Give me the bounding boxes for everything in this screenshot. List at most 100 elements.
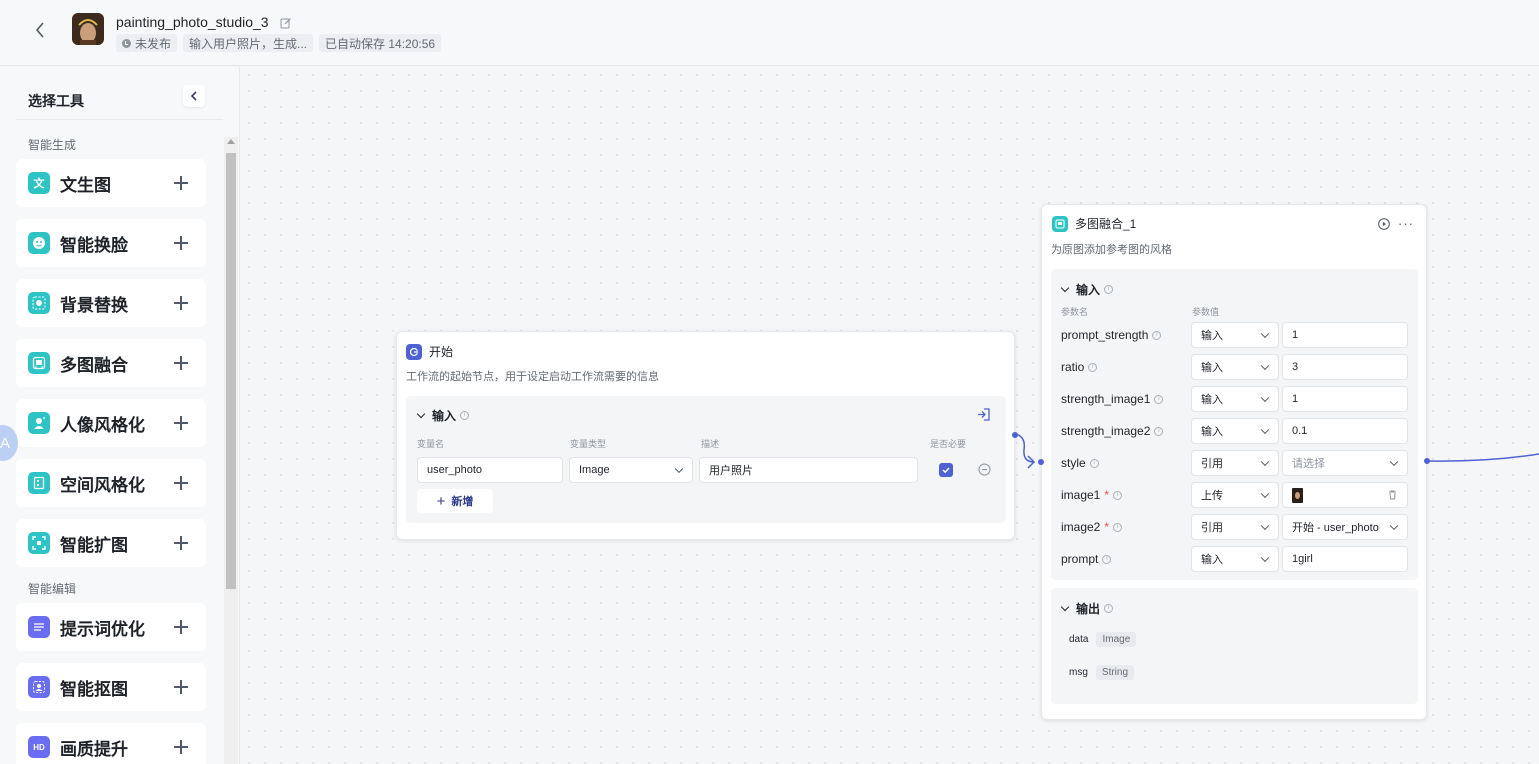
param-name-image2: image2 * i <box>1061 520 1123 534</box>
remove-row-icon[interactable] <box>978 463 991 481</box>
tool-multi-image-fusion[interactable]: 多图融合 <box>16 339 206 387</box>
tool-text-to-image[interactable]: 文 文生图 <box>16 159 206 207</box>
column-header: 变量名 <box>417 439 445 449</box>
collapse-sidebar-button[interactable] <box>183 85 205 107</box>
chevron-down-icon <box>1260 457 1270 467</box>
section-label-edit: 智能编辑 <box>28 582 77 596</box>
chevron-down-icon <box>1389 521 1399 531</box>
uploaded-image-thumbnail[interactable] <box>1292 487 1303 503</box>
delete-icon[interactable] <box>1388 490 1397 503</box>
info-icon: i <box>1102 554 1112 564</box>
multi-image-fusion-node[interactable]: 多图融合_1 ··· 为原图添加参考图的风格 输入 i 参数名 参数值 prom… <box>1041 204 1427 720</box>
tool-label: 智能扩图 <box>60 535 128 555</box>
start-node-output-port[interactable] <box>1012 432 1018 438</box>
run-node-icon[interactable] <box>1378 217 1390 235</box>
param-mode-select[interactable]: 输入 <box>1191 322 1279 348</box>
plus-icon[interactable] <box>174 296 188 310</box>
param-upload-field[interactable] <box>1282 482 1408 508</box>
required-checkbox[interactable] <box>939 463 953 477</box>
app-avatar <box>72 13 104 45</box>
plus-icon[interactable] <box>174 176 188 190</box>
add-variable-button[interactable]: + 新增 <box>417 489 493 513</box>
chevron-down-icon <box>1260 425 1270 435</box>
output-section-toggle[interactable]: 输出 i <box>1060 600 1114 617</box>
chevron-down-icon <box>1060 602 1070 612</box>
input-section-toggle[interactable]: 输入 i <box>416 407 470 424</box>
param-value-input[interactable]: 1 <box>1282 322 1408 348</box>
info-icon: i <box>1104 604 1114 613</box>
tool-quality-enhance[interactable]: HD 画质提升 <box>16 723 206 764</box>
chevron-down-icon <box>1260 521 1270 531</box>
tool-smart-cutout[interactable]: 智能抠图 <box>16 663 206 711</box>
param-value-input[interactable]: 1 <box>1282 386 1408 412</box>
chevron-down-icon <box>1060 283 1070 293</box>
fusion-node-output-port[interactable] <box>1424 458 1430 464</box>
tool-face-swap[interactable]: 智能换脸 <box>16 219 206 267</box>
variable-type-select[interactable]: Image <box>569 457 693 483</box>
param-mode-select[interactable]: 输入 <box>1191 546 1279 572</box>
tool-prompt-optimize[interactable]: 提示词优化 <box>16 603 206 651</box>
param-mode-select[interactable]: 输入 <box>1191 354 1279 380</box>
clock-icon <box>122 38 131 48</box>
section-label-generate: 智能生成 <box>28 138 77 152</box>
variable-name-input[interactable]: user_photo <box>417 457 563 483</box>
plus-icon[interactable] <box>174 620 188 634</box>
column-header: 参数值 <box>1192 307 1220 317</box>
plus-icon[interactable] <box>174 356 188 370</box>
param-mode-select[interactable]: 输入 <box>1191 418 1279 444</box>
tool-portrait-style[interactable]: 人像风格化 <box>16 399 206 447</box>
chevron-down-icon <box>416 409 426 419</box>
param-value-select[interactable]: 请选择 <box>1282 450 1408 476</box>
sidebar-title: 选择工具 <box>28 93 84 109</box>
output-type-badge: String <box>1095 665 1135 680</box>
start-input-panel: 输入 i 变量名 变量类型 描述 是否必要 user_photo Image 用… <box>406 396 1006 523</box>
param-value-select[interactable]: 开始 - user_photo <box>1282 514 1408 540</box>
more-options-icon[interactable]: ··· <box>1398 216 1414 231</box>
fusion-node-input-port[interactable] <box>1038 459 1044 465</box>
plus-icon[interactable] <box>174 416 188 430</box>
app-description: 输入用户照片，生成... <box>183 34 314 52</box>
tool-space-style[interactable]: 空间风格化 <box>16 459 206 507</box>
input-section-toggle[interactable]: 输入 i <box>1060 281 1114 298</box>
import-icon[interactable] <box>977 408 990 426</box>
sidebar-scroll-thumb[interactable] <box>226 153 236 589</box>
param-mode-select[interactable]: 引用 <box>1191 450 1279 476</box>
image-expand-icon <box>28 532 50 554</box>
plus-icon[interactable] <box>174 536 188 550</box>
tool-sidebar: 选择工具 智能生成 文 文生图 智能换脸 背景替换 多图融合 人像风格化 空间风… <box>0 67 240 764</box>
info-icon: i <box>1152 330 1162 340</box>
column-header: 是否必要 <box>930 439 967 449</box>
param-value-input[interactable]: 3 <box>1282 354 1408 380</box>
chevron-down-icon <box>1260 553 1270 563</box>
node-description: 工作流的起始节点，用于设定启动工作流需要的信息 <box>406 371 659 383</box>
plus-icon[interactable] <box>174 680 188 694</box>
info-icon: i <box>1104 285 1114 294</box>
plus-icon[interactable] <box>174 236 188 250</box>
edit-icon[interactable] <box>280 16 292 29</box>
info-icon: i <box>1089 458 1099 468</box>
param-mode-select[interactable]: 输入 <box>1191 386 1279 412</box>
node-title: 多图融合_1 <box>1075 217 1137 231</box>
param-name-strength-image2: strength_image2 i <box>1061 424 1164 438</box>
back-arrow-icon[interactable] <box>30 20 50 40</box>
scroll-up-arrow-icon[interactable] <box>227 139 235 144</box>
tool-label: 背景替换 <box>60 295 128 315</box>
output-name: data <box>1069 634 1089 645</box>
tool-image-expand[interactable]: 智能扩图 <box>16 519 206 567</box>
tool-label: 智能换脸 <box>60 235 128 255</box>
param-mode-select[interactable]: 引用 <box>1191 514 1279 540</box>
param-value-input[interactable]: 1girl <box>1282 546 1408 572</box>
autosave-status: 已自动保存 14:20:56 <box>319 34 442 52</box>
node-description: 为原图添加参考图的风格 <box>1051 244 1172 256</box>
plus-icon[interactable] <box>174 476 188 490</box>
variable-description-input[interactable]: 用户照片 <box>699 457 918 483</box>
param-mode-select[interactable]: 上传 <box>1191 482 1279 508</box>
start-node[interactable]: 开始 工作流的起始节点，用于设定启动工作流需要的信息 输入 i 变量名 变量类型… <box>396 331 1015 540</box>
start-node-icon <box>406 343 422 360</box>
param-value-input[interactable]: 0.1 <box>1282 418 1408 444</box>
publish-status-badge: 未发布 <box>116 34 178 52</box>
smart-cutout-icon <box>28 676 50 698</box>
tool-background-replace[interactable]: 背景替换 <box>16 279 206 327</box>
plus-icon[interactable] <box>174 740 188 754</box>
meta-row: 未发布 输入用户照片，生成... 已自动保存 14:20:56 <box>116 34 442 52</box>
